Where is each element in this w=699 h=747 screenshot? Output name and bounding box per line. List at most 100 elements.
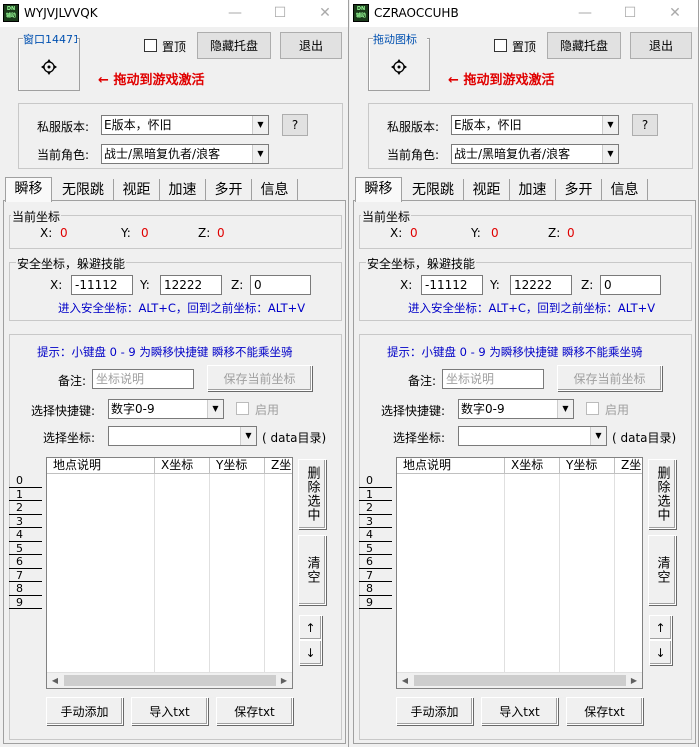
clear-button[interactable]: 清空 [298,535,326,605]
list-item[interactable]: 3 [9,515,42,528]
exit-button[interactable]: 退出 [630,32,692,59]
scroll-right-icon[interactable]: ▶ [626,673,642,688]
scroll-left-icon[interactable]: ◀ [397,673,413,688]
save-txt-button[interactable]: 保存txt [216,697,293,725]
scrollbar-thumb[interactable] [64,675,276,686]
column-header[interactable]: Y坐标 [210,458,265,474]
tab-teleport[interactable]: 瞬移 [355,177,402,202]
import-txt-button[interactable]: 导入txt [481,697,558,725]
list-item[interactable]: 7 [359,569,392,582]
drag-target-button[interactable]: 拖动图标 [368,31,430,91]
pin-checkbox[interactable] [144,39,157,52]
coord-table[interactable]: 地点说明 X坐标 Y坐标 Z坐 ◀ ▶ [396,457,643,689]
column-header[interactable]: X坐标 [505,458,560,474]
manual-add-button[interactable]: 手动添加 [46,697,123,725]
list-item[interactable]: 6 [9,555,42,569]
tab-info[interactable]: 信息 [602,179,648,201]
list-item[interactable]: 8 [9,582,42,596]
version-select[interactable]: E版本，怀旧 ▼ [451,115,619,135]
tab-info[interactable]: 信息 [252,179,298,201]
safe-y-field[interactable]: 12222 [160,275,222,295]
version-select[interactable]: E版本，怀旧 ▼ [101,115,269,135]
list-item[interactable]: 2 [359,501,392,515]
list-item[interactable]: 5 [9,542,42,555]
column-header[interactable]: 地点说明 [47,458,155,474]
tab-speed[interactable]: 加速 [160,179,206,201]
help-button[interactable]: ? [632,114,658,136]
safe-y-field[interactable]: 12222 [510,275,572,295]
close-icon[interactable]: ✕ [660,3,690,23]
scroll-right-icon[interactable]: ▶ [276,673,292,688]
note-input[interactable]: 坐标说明 [442,369,544,389]
select-coord-select[interactable]: ▼ [108,426,257,446]
save-txt-button[interactable]: 保存txt [566,697,643,725]
hide-tray-button[interactable]: 隐藏托盘 [197,32,271,59]
maximize-icon[interactable]: ☐ [265,3,295,23]
tab-multi-open[interactable]: 多开 [206,179,252,201]
column-header[interactable]: X坐标 [155,458,210,474]
pin-checkbox[interactable] [494,39,507,52]
list-item[interactable]: 0 [359,474,392,488]
note-input[interactable]: 坐标说明 [92,369,194,389]
save-current-coord-button[interactable]: 保存当前坐标 [557,365,662,391]
list-item[interactable]: 5 [359,542,392,555]
save-current-coord-button[interactable]: 保存当前坐标 [207,365,312,391]
tab-infinite-jump[interactable]: 无限跳 [53,179,114,201]
list-item[interactable]: 0 [9,474,42,488]
safe-x-field[interactable]: -11112 [421,275,483,295]
tab-view-distance[interactable]: 视距 [464,179,510,201]
list-item[interactable]: 4 [359,528,392,542]
delete-selected-button[interactable]: 删除选中 [648,459,676,529]
maximize-icon[interactable]: ☐ [615,3,645,23]
move-down-button[interactable]: ↓ [299,640,322,665]
move-up-button[interactable]: ↑ [649,615,672,640]
list-item[interactable]: 4 [9,528,42,542]
move-up-button[interactable]: ↑ [299,615,322,640]
hide-tray-button[interactable]: 隐藏托盘 [547,32,621,59]
minimize-icon[interactable]: — [220,3,250,23]
horizontal-scrollbar[interactable]: ◀ ▶ [397,672,642,688]
import-txt-button[interactable]: 导入txt [131,697,208,725]
close-icon[interactable]: ✕ [310,3,340,23]
list-item[interactable]: 7 [9,569,42,582]
hotkey-select[interactable]: 数字0-9 ▼ [108,399,224,419]
title-bar[interactable]: DN 辅助 CZRAOCCUHB — ☐ ✕ [350,0,698,27]
column-header[interactable]: Z坐 [615,458,642,474]
tab-multi-open[interactable]: 多开 [556,179,602,201]
tab-speed[interactable]: 加速 [510,179,556,201]
role-select[interactable]: 战士/黑暗复仇者/浪客 ▼ [101,144,269,164]
list-item[interactable]: 1 [9,488,42,501]
column-header[interactable]: Z坐 [265,458,292,474]
clear-button[interactable]: 清空 [648,535,676,605]
title-bar[interactable]: DN 辅助 WYJVJLVVQK — ☐ ✕ [0,0,348,27]
safe-z-field[interactable]: 0 [250,275,311,295]
enable-checkbox[interactable] [236,402,249,415]
role-select[interactable]: 战士/黑暗复仇者/浪客 ▼ [451,144,619,164]
list-item[interactable]: 9 [9,596,42,609]
hotkey-select[interactable]: 数字0-9 ▼ [458,399,574,419]
tab-view-distance[interactable]: 视距 [114,179,160,201]
exit-button[interactable]: 退出 [280,32,342,59]
column-header[interactable]: Y坐标 [560,458,615,474]
enable-checkbox[interactable] [586,402,599,415]
list-item[interactable]: 3 [359,515,392,528]
list-item[interactable]: 6 [359,555,392,569]
horizontal-scrollbar[interactable]: ◀ ▶ [47,672,292,688]
move-down-button[interactable]: ↓ [649,640,672,665]
manual-add-button[interactable]: 手动添加 [396,697,473,725]
list-item[interactable]: 2 [9,501,42,515]
select-coord-select[interactable]: ▼ [458,426,607,446]
tab-infinite-jump[interactable]: 无限跳 [403,179,464,201]
minimize-icon[interactable]: — [570,3,600,23]
tab-teleport[interactable]: 瞬移 [5,177,52,202]
list-item[interactable]: 9 [359,596,392,609]
delete-selected-button[interactable]: 删除选中 [298,459,326,529]
scroll-left-icon[interactable]: ◀ [47,673,63,688]
scrollbar-thumb[interactable] [414,675,626,686]
drag-target-button[interactable]: 窗口14471! [18,31,80,91]
help-button[interactable]: ? [282,114,308,136]
list-item[interactable]: 1 [359,488,392,501]
safe-z-field[interactable]: 0 [600,275,661,295]
list-item[interactable]: 8 [359,582,392,596]
safe-x-field[interactable]: -11112 [71,275,133,295]
